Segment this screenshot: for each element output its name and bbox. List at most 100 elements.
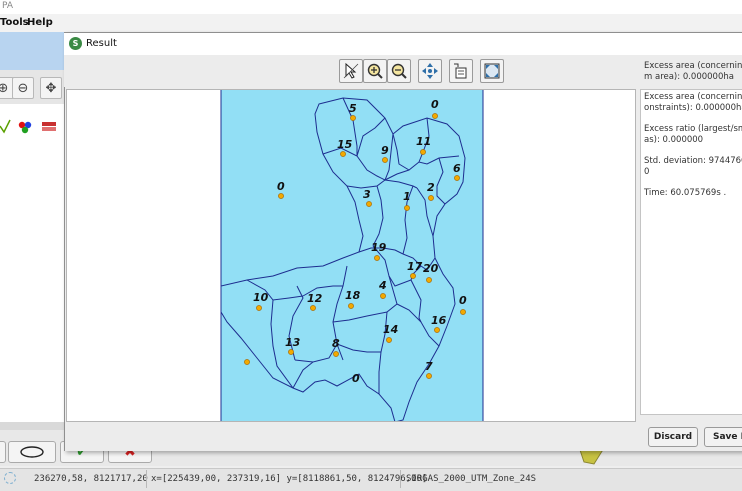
region-label-3: 3	[363, 188, 371, 201]
region-label-0: 0	[459, 294, 467, 307]
region-centroid	[460, 309, 466, 315]
map-extent: x=[225439,00, 237319,16] y=[8118861,50, …	[151, 474, 428, 484]
pan-button[interactable]	[418, 59, 442, 83]
region-label-5: 5	[349, 102, 357, 115]
region-label-19: 19	[371, 241, 387, 254]
region-centroid	[432, 113, 438, 119]
layer-panel	[0, 104, 66, 424]
region-centroid	[434, 327, 440, 333]
region-centroid	[340, 151, 346, 157]
region-centroid	[404, 205, 410, 211]
region-centroid	[278, 193, 284, 199]
progress-icon	[4, 472, 16, 484]
region-centroid	[333, 351, 339, 357]
region-centroid	[244, 359, 250, 365]
map-canvas[interactable]: 5 0 15 9 11 6 0 3 1 2 19 17 20 4 10 12 1…	[67, 90, 636, 422]
region-centroid	[386, 337, 392, 343]
region-label-9: 9	[381, 144, 389, 157]
region-label-0: 0	[277, 180, 285, 193]
region-label-1: 1	[403, 190, 411, 203]
region-label-12: 12	[307, 292, 323, 305]
region-label-8: 8	[332, 337, 340, 350]
result-line: Time: 60.075769s .	[644, 188, 727, 198]
region-label-14: 14	[383, 323, 398, 336]
pan-icon	[422, 63, 438, 79]
select-tool-button[interactable]	[339, 59, 363, 83]
region-label-15: 15	[337, 138, 353, 151]
layers-icon	[42, 122, 56, 126]
dialog-title-bar	[64, 33, 742, 55]
ellipse-tool-button[interactable]	[8, 441, 56, 463]
result-line: Excess ratio (largest/smal	[644, 124, 742, 134]
ellipse-icon	[20, 446, 44, 458]
dialog-title: Result	[86, 38, 117, 49]
layers-button[interactable]	[449, 59, 473, 83]
region-label-20: 20	[423, 262, 439, 275]
region-centroid	[366, 201, 372, 207]
region-label-7: 7	[425, 360, 433, 373]
app-logo-icon: S	[69, 37, 82, 50]
zoom-out-icon[interactable]: ⊖	[12, 77, 34, 99]
region-centroid	[426, 277, 432, 283]
app-title: PA	[2, 1, 14, 11]
check-icon	[0, 119, 11, 134]
status-separator	[400, 470, 401, 488]
result-line: Excess area (concerning r	[644, 61, 742, 71]
region-label-6: 6	[453, 162, 461, 175]
region-centroid	[380, 293, 386, 299]
status-separator	[146, 470, 147, 488]
region-label-2: 2	[427, 181, 435, 194]
region-label-16: 16	[431, 314, 447, 327]
region-centroid	[426, 373, 432, 379]
zoom-out-icon	[391, 63, 407, 79]
zoom-extent-icon	[484, 63, 500, 79]
region-label-0: 0	[431, 98, 439, 111]
cursor-coordinates: 236270,58, 8121717,20	[34, 474, 148, 484]
region-centroid	[310, 305, 316, 311]
map-shape-fragment	[579, 448, 605, 465]
green-dot-icon	[21, 126, 29, 134]
region-centroid	[350, 115, 356, 121]
menu-help[interactable]: Help	[27, 17, 53, 28]
result-line: Excess area (concerning r	[644, 92, 742, 102]
region-label-18: 18	[345, 289, 361, 302]
region-centroid	[288, 349, 294, 355]
region-label-10: 10	[253, 291, 269, 304]
app-header-band	[0, 32, 66, 70]
app-menu-bar: Tools Help	[0, 14, 742, 32]
region-centroid	[410, 273, 416, 279]
layer-icons	[0, 119, 56, 134]
result-line: onstraints): 0.000000ha	[644, 103, 742, 113]
zoom-out-button[interactable]	[387, 59, 411, 83]
region-centroid	[256, 305, 262, 311]
crs-label: SIRGAS_2000_UTM_Zone_24S	[406, 474, 537, 484]
region-centroid	[382, 157, 388, 163]
result-line: Std. deviation: 974476649.	[644, 156, 742, 166]
save-button[interactable]: Save Pr	[704, 427, 742, 447]
result-line: m area): 0.000000ha	[644, 72, 734, 82]
result-line: as): 0.000000	[644, 135, 704, 145]
app-title-bar: PA	[0, 0, 742, 14]
region-label-0: 0	[352, 372, 360, 385]
region-label-11: 11	[416, 135, 431, 148]
region-centroid	[348, 303, 354, 309]
region-centroid	[428, 195, 434, 201]
region-centroid	[420, 149, 426, 155]
map-panel[interactable]: 5 0 15 9 11 6 0 3 1 2 19 17 20 4 10 12 1…	[66, 89, 636, 422]
tool-button[interactable]	[0, 441, 6, 463]
region-label-4: 4	[378, 279, 387, 292]
cursor-icon	[343, 62, 359, 79]
app-toolbar: ⊕ ⊖ ✥	[0, 70, 66, 105]
zoom-extent-button[interactable]	[480, 59, 504, 83]
region-centroid	[454, 175, 460, 181]
zoom-in-icon	[367, 63, 383, 79]
discard-button[interactable]: Discard	[648, 427, 698, 447]
layer-list-icon	[454, 63, 467, 79]
zoom-in-button[interactable]	[363, 59, 387, 83]
region-label-17: 17	[407, 260, 423, 273]
pan-icon[interactable]: ✥	[40, 77, 62, 99]
region-label-13: 13	[285, 336, 301, 349]
menu-tools[interactable]: Tools	[0, 17, 29, 28]
region-centroid	[374, 255, 380, 261]
result-line: 0	[644, 167, 650, 177]
